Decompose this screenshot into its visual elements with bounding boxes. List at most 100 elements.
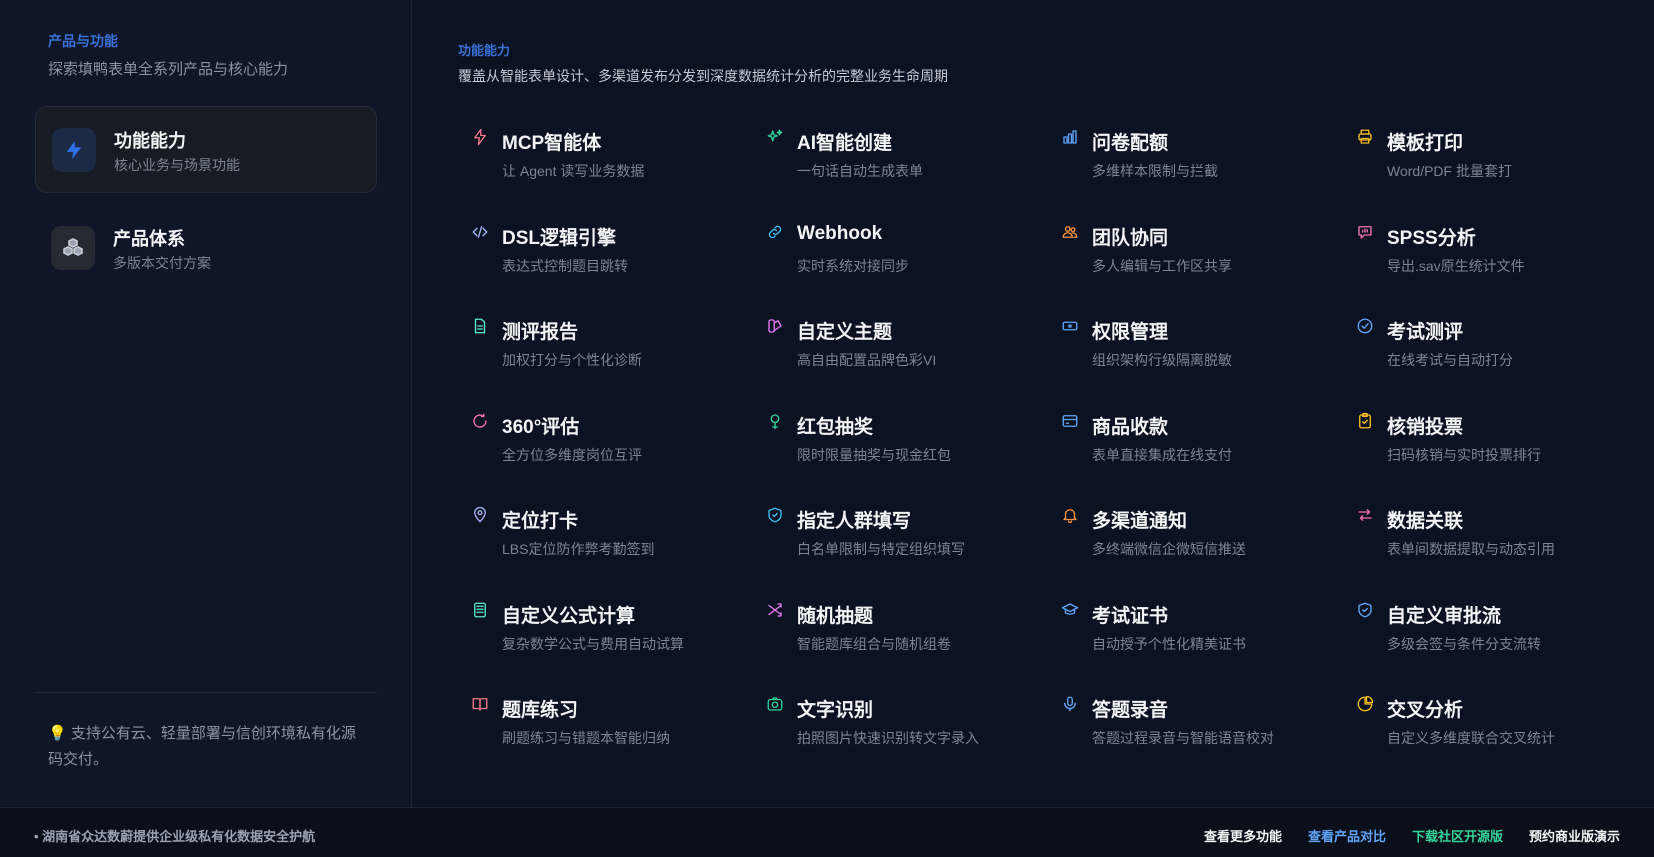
footer-link[interactable]: 预约商业版演示 <box>1529 826 1620 845</box>
shield-check-icon <box>1356 601 1374 619</box>
feature-title: 问卷配额 <box>1092 133 1169 154</box>
book-icon <box>471 695 489 713</box>
microphone-icon <box>1061 695 1079 713</box>
feature-desc: 智能题库组合与随机组卷 <box>797 635 951 652</box>
feature-item[interactable]: 文字识别拍照图片快速识别转文字录入 <box>760 691 1055 786</box>
feature-item[interactable]: 商品收款 表单直接集成在线支付 <box>1055 408 1350 503</box>
feature-title: AI智能创建 <box>797 133 893 154</box>
feature-title: 360°评估 <box>502 416 580 438</box>
feature-title: 模板打印 <box>1387 133 1464 154</box>
lightbulb-icon: 💡 <box>48 725 67 742</box>
feature-item[interactable]: SPSS分析导出.sav原生统计文件 <box>1350 219 1645 314</box>
feature-item[interactable]: 360°评估 全方位多维度岗位互评 <box>465 408 760 503</box>
feature-item[interactable]: Webhook 实时系统对接同步 <box>760 219 1055 314</box>
feature-item[interactable]: 红包抽奖限时限量抽奖与现金红包 <box>760 408 1055 503</box>
feature-item[interactable]: 考试证书 自动授予个性化精美证书 <box>1055 597 1350 692</box>
clipboard-check-icon <box>1356 412 1374 430</box>
chat-chart-icon <box>1356 223 1374 241</box>
cubes-icon <box>51 226 95 270</box>
feature-item[interactable]: 测评报告加权打分与个性化诊断 <box>465 313 760 408</box>
feature-title: 自定义审批流 <box>1387 605 1502 627</box>
feature-item[interactable]: AI智能创建 一句话自动生成表单 <box>760 124 1055 219</box>
feature-grid: MCP智能体让 Agent 读写业务数据 AI智能创建 一句话自动生成表单 问卷配额多… <box>465 124 1645 786</box>
feature-desc: 刷题练习与错题本智能归纳 <box>502 730 670 746</box>
feature-title: 核销投票 <box>1387 416 1464 438</box>
feature-title: 数据关联 <box>1387 511 1464 532</box>
printer-icon <box>1356 128 1374 146</box>
deployment-note: 💡 支持公有云、轻量部署与信创环境私有化源码交付。 <box>48 721 358 773</box>
feature-desc: 拍照图片快速识别转文字录入 <box>797 730 979 746</box>
feature-desc: 复杂数学公式与费用自动试算 <box>502 635 684 652</box>
nav-item-products[interactable]: 产品体系 多版本交付方案 <box>35 205 377 292</box>
feature-item[interactable]: 问卷配额 多维样本限制与拦截 <box>1055 124 1350 219</box>
document-icon <box>471 317 489 335</box>
feature-title: SPSS分析 <box>1387 227 1476 249</box>
footer: • 湖南省众达数蔚提供企业级私有化数据安全护航 查看更多功能 查看产品对比 下载社区… <box>0 807 1654 857</box>
camera-icon <box>766 695 784 713</box>
sidebar-eyebrow: 产品与功能 <box>48 33 118 49</box>
feature-desc: 导出.sav原生统计文件 <box>1387 257 1525 274</box>
key-card-icon <box>1061 317 1079 335</box>
feature-item[interactable]: 题库练习 刷题练习与错题本智能归纳 <box>465 691 760 786</box>
gift-icon <box>766 412 784 430</box>
feature-desc: 答题过程录音与智能语音校对 <box>1092 730 1274 746</box>
feature-desc: 多终端微信企微短信推送 <box>1092 541 1246 557</box>
feature-item[interactable]: MCP智能体让 Agent 读写业务数据 <box>465 124 760 219</box>
footer-link[interactable]: 下载社区开源版 <box>1412 826 1503 845</box>
bell-icon <box>1061 506 1079 524</box>
feature-item[interactable]: 多渠道通知多终端微信企微短信推送 <box>1055 502 1350 597</box>
users-icon <box>1061 223 1079 241</box>
feature-title: Webhook <box>797 222 883 244</box>
main-eyebrow: 功能能力 <box>458 43 511 58</box>
feature-desc: 组织架构行级隔离脱敏 <box>1092 352 1232 368</box>
feature-item[interactable]: 指定人群填写 白名单限制与特定组织填写 <box>760 502 1055 597</box>
feature-desc: 高自由配置品牌色彩VI <box>797 352 937 368</box>
feature-item[interactable]: 答题录音答题过程录音与智能语音校对 <box>1055 691 1350 786</box>
feature-title: 自定义主题 <box>797 322 893 343</box>
feature-desc: 在线考试与自动打分 <box>1387 352 1513 368</box>
check-circle-icon <box>1356 317 1374 335</box>
feature-desc: 表达式控制题目跳转 <box>502 257 628 274</box>
feature-title: 答题录音 <box>1092 700 1169 721</box>
feature-title: 随机抽题 <box>797 605 874 627</box>
feature-item[interactable]: 随机抽题智能题库组合与随机组卷 <box>760 597 1055 692</box>
feature-item[interactable]: 权限管理 组织架构行级隔离脱敏 <box>1055 313 1350 408</box>
feature-title: 红包抽奖 <box>797 416 874 438</box>
feature-item[interactable]: 团队协同 多人编辑与工作区共享 <box>1055 219 1350 314</box>
feature-title: 考试测评 <box>1387 322 1464 343</box>
sidebar-subtitle: 探索填鸭表单全系列产品与核心能力 <box>48 61 289 78</box>
feature-item[interactable]: 核销投票 扫码核销与实时投票排行 <box>1350 408 1645 503</box>
feature-desc: 多人编辑与工作区共享 <box>1092 257 1232 274</box>
footer-link[interactable]: 查看产品对比 <box>1308 826 1386 845</box>
feature-title: 指定人群填写 <box>797 511 912 532</box>
feature-item[interactable]: 定位打卡 LBS定位防作弊考勤签到 <box>465 502 760 597</box>
feature-title: 多渠道通知 <box>1092 511 1188 532</box>
nav-item-features[interactable]: 功能能力 核心业务与场景功能 <box>35 106 377 193</box>
lightning-icon <box>52 128 96 172</box>
code-icon <box>471 223 489 241</box>
graduation-cap-icon <box>1061 601 1079 619</box>
feature-item[interactable]: 自定义审批流 多级会签与条件分支流转 <box>1350 597 1645 692</box>
feature-item[interactable]: 自定义公式计算复杂数学公式与费用自动试算 <box>465 597 760 692</box>
feature-title: 测评报告 <box>502 322 579 343</box>
feature-item[interactable]: 交叉分析 自定义多维度联合交叉统计 <box>1350 691 1645 786</box>
feature-item[interactable]: 考试测评在线考试与自动打分 <box>1350 313 1645 408</box>
footer-link[interactable]: 查看更多功能 <box>1204 826 1282 845</box>
bolt-icon <box>471 128 489 146</box>
feature-item[interactable]: 自定义主题高自由配置品牌色彩VI <box>760 313 1055 408</box>
feature-desc: 加权打分与个性化诊断 <box>502 352 642 368</box>
shield-check-icon <box>766 506 784 524</box>
feature-desc: 让 Agent 读写业务数据 <box>502 163 645 179</box>
feature-desc: 限时限量抽奖与现金红包 <box>797 446 951 463</box>
nav-item-desc: 多版本交付方案 <box>113 255 211 271</box>
sidebar-divider <box>35 692 377 693</box>
feature-item[interactable]: DSL逻辑引擎 表达式控制题目跳转 <box>465 219 760 314</box>
feature-desc: 表单间数据提取与动态引用 <box>1387 541 1555 557</box>
credit-card-icon <box>1061 412 1079 430</box>
feature-title: 自定义公式计算 <box>502 605 636 627</box>
main-subtitle: 覆盖从智能表单设计、多渠道发布分发到深度数据统计分析的完整业务生命周期 <box>458 68 948 84</box>
feature-title: 文字识别 <box>797 700 874 721</box>
feature-desc: LBS定位防作弊考勤签到 <box>502 541 655 557</box>
feature-item[interactable]: 模板打印 Word/PDF 批量套打 <box>1350 124 1645 219</box>
feature-item[interactable]: 数据关联表单间数据提取与动态引用 <box>1350 502 1645 597</box>
